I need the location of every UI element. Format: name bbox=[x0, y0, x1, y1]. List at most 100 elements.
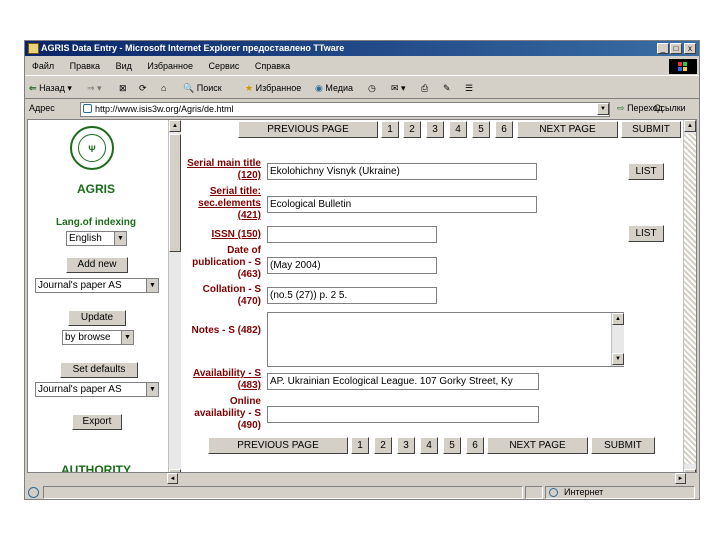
notes-scrollbar[interactable]: ▲ ▼ bbox=[611, 313, 624, 366]
forward-button[interactable]: ⇒ ▾ bbox=[87, 81, 102, 95]
scroll-up-icon[interactable]: ▲ bbox=[612, 313, 624, 325]
back-button[interactable]: ⇐ Назад ▾ bbox=[29, 81, 72, 95]
home-button[interactable]: ⌂ bbox=[161, 81, 166, 95]
menu-file[interactable]: Файл bbox=[32, 61, 54, 71]
serial-main-title-input[interactable]: Ekolohichny Visnyk (Ukraine) bbox=[267, 163, 537, 180]
media-button[interactable]: ◉ Медиа bbox=[315, 81, 353, 95]
submit-button-bottom[interactable]: SUBMIT bbox=[591, 437, 655, 454]
set-defaults-button[interactable]: Set defaults bbox=[60, 362, 138, 378]
minimize-button[interactable]: _ bbox=[657, 43, 669, 54]
export-button[interactable]: Export bbox=[72, 414, 122, 430]
close-button[interactable]: x bbox=[684, 43, 696, 54]
scroll-track[interactable] bbox=[684, 134, 696, 464]
favorites-button[interactable]: ★ Избранное bbox=[245, 81, 301, 95]
type-select[interactable]: Journal's paper AS ▼ bbox=[35, 278, 159, 293]
next-page-button-bottom[interactable]: NEXT PAGE bbox=[487, 437, 588, 454]
scroll-thumb[interactable] bbox=[169, 134, 181, 252]
stop-button[interactable]: ⊠ bbox=[119, 81, 127, 95]
print-button[interactable]: ⎙ bbox=[421, 81, 428, 95]
scroll-down-icon[interactable]: ▼ bbox=[612, 353, 624, 365]
page-4-button-bottom[interactable]: 4 bbox=[420, 437, 438, 454]
submit-button-top[interactable]: SUBMIT bbox=[621, 121, 681, 138]
left-frame-scrollbar[interactable]: ▲ ▼ bbox=[168, 120, 181, 482]
field-label-availability[interactable]: Availability - S (483) bbox=[183, 368, 261, 392]
discuss-icon: ☰ bbox=[465, 83, 474, 93]
address-input[interactable]: http://www.isis3w.org/Agris/de.html bbox=[80, 102, 610, 117]
ie-icon bbox=[28, 43, 39, 54]
field-label-serial-main-title[interactable]: Serial main title (120) bbox=[183, 158, 261, 182]
list-button-2[interactable]: LIST bbox=[628, 225, 664, 242]
edit-button[interactable]: ✎ bbox=[443, 81, 451, 95]
go-icon: ⇨ bbox=[617, 103, 625, 113]
search-button[interactable]: 🔍 Поиск bbox=[183, 81, 222, 95]
status-zone-label: Интернет bbox=[564, 487, 604, 497]
toolbar: ⇐ Назад ▾ ⇒ ▾ ⊠ ⟳ ⌂ 🔍 Поиск ★ Избранное … bbox=[25, 75, 699, 99]
menu-favorites[interactable]: Избранное bbox=[147, 61, 193, 71]
refresh-button[interactable]: ⟳ bbox=[139, 81, 147, 95]
maximize-button[interactable]: □ bbox=[670, 43, 682, 54]
browse-select[interactable]: by browse ▼ bbox=[62, 330, 134, 345]
mail-button[interactable]: ✉ ▾ bbox=[391, 81, 406, 95]
main-frame-scrollbar[interactable]: ▲ ▼ bbox=[683, 120, 696, 482]
list-button-1[interactable]: LIST bbox=[628, 163, 664, 180]
address-dropdown-button[interactable]: ▼ bbox=[597, 103, 609, 115]
page-5-button-bottom[interactable]: 5 bbox=[443, 437, 461, 454]
chevron-down-icon: ▼ bbox=[114, 232, 126, 245]
field-label-serial-title-sec[interactable]: Serial title: sec.elements (421) bbox=[183, 186, 261, 222]
page-3-button-bottom[interactable]: 3 bbox=[397, 437, 415, 454]
field-label-collation: Collation - S (470) bbox=[202, 284, 261, 307]
page-5-button-top[interactable]: 5 bbox=[472, 121, 490, 138]
scroll-left-icon[interactable]: ◄ bbox=[167, 473, 178, 484]
collation-input[interactable]: (no.5 (27)) p. 2 5. bbox=[267, 287, 437, 304]
scroll-up-icon[interactable]: ▲ bbox=[169, 120, 181, 132]
online-availability-input[interactable] bbox=[267, 406, 539, 423]
print-icon: ⎙ bbox=[421, 83, 429, 93]
previous-page-button-bottom[interactable]: PREVIOUS PAGE bbox=[208, 437, 348, 454]
page-6-button-bottom[interactable]: 6 bbox=[466, 437, 484, 454]
page-2-button-bottom[interactable]: 2 bbox=[374, 437, 392, 454]
browse-select-value: by browse bbox=[65, 332, 111, 343]
add-new-button[interactable]: Add new bbox=[66, 257, 128, 273]
menu-edit[interactable]: Правка bbox=[70, 61, 100, 71]
update-button[interactable]: Update bbox=[68, 310, 126, 326]
left-frame: Ψ AGRIS Lang.of indexing English ▼ Add n… bbox=[28, 120, 168, 482]
history-button[interactable]: ◷ bbox=[368, 81, 376, 95]
serial-title-sec-input[interactable]: Ecological Bulletin bbox=[267, 196, 537, 213]
scroll-right-icon[interactable]: ► bbox=[675, 473, 686, 484]
notes-textarea[interactable] bbox=[267, 312, 624, 367]
history-icon: ◷ bbox=[368, 83, 376, 93]
edit-icon: ✎ bbox=[443, 83, 451, 93]
page-2-button-top[interactable]: 2 bbox=[403, 121, 421, 138]
mail-icon: ✉ bbox=[391, 83, 399, 93]
page-4-button-top[interactable]: 4 bbox=[449, 121, 467, 138]
menu-view[interactable]: Вид bbox=[116, 61, 132, 71]
home-icon: ⌂ bbox=[161, 83, 167, 93]
status-zone-cell: Интернет bbox=[545, 486, 695, 499]
discuss-button[interactable]: ☰ bbox=[465, 81, 473, 95]
previous-page-button-top[interactable]: PREVIOUS PAGE bbox=[238, 121, 378, 138]
address-url: http://www.isis3w.org/Agris/de.html bbox=[95, 104, 234, 114]
issn-input[interactable] bbox=[267, 226, 437, 243]
menu-tools[interactable]: Сервис bbox=[209, 61, 240, 71]
defaults-select[interactable]: Journal's paper AS ▼ bbox=[35, 382, 159, 397]
page-3-button-top[interactable]: 3 bbox=[426, 121, 444, 138]
horizontal-scrollbar[interactable]: ◄ ► bbox=[27, 472, 697, 484]
field-label-issn[interactable]: ISSN (150) bbox=[183, 229, 261, 241]
page-1-button-bottom[interactable]: 1 bbox=[351, 437, 369, 454]
chevron-down-icon: ▼ bbox=[146, 383, 158, 396]
media-icon: ◉ bbox=[315, 83, 323, 93]
forward-icon: ⇒ bbox=[87, 83, 95, 93]
links-label[interactable]: Ссылки bbox=[654, 103, 686, 113]
page-6-button-top[interactable]: 6 bbox=[495, 121, 513, 138]
type-select-value: Journal's paper AS bbox=[38, 280, 122, 291]
page-1-button-top[interactable]: 1 bbox=[381, 121, 399, 138]
scroll-up-icon[interactable]: ▲ bbox=[684, 120, 696, 132]
lang-select[interactable]: English ▼ bbox=[66, 231, 127, 246]
availability-input[interactable]: AP. Ukrainian Ecological League. 107 Gor… bbox=[267, 373, 539, 390]
status-progress-cell bbox=[525, 486, 543, 499]
stop-icon: ⊠ bbox=[119, 83, 127, 93]
date-of-publication-input[interactable]: (May 2004) bbox=[267, 257, 437, 274]
next-page-button-top[interactable]: NEXT PAGE bbox=[517, 121, 618, 138]
window-title: AGRIS Data Entry - Microsoft Internet Ex… bbox=[41, 43, 345, 53]
menu-help[interactable]: Справка bbox=[255, 61, 290, 71]
